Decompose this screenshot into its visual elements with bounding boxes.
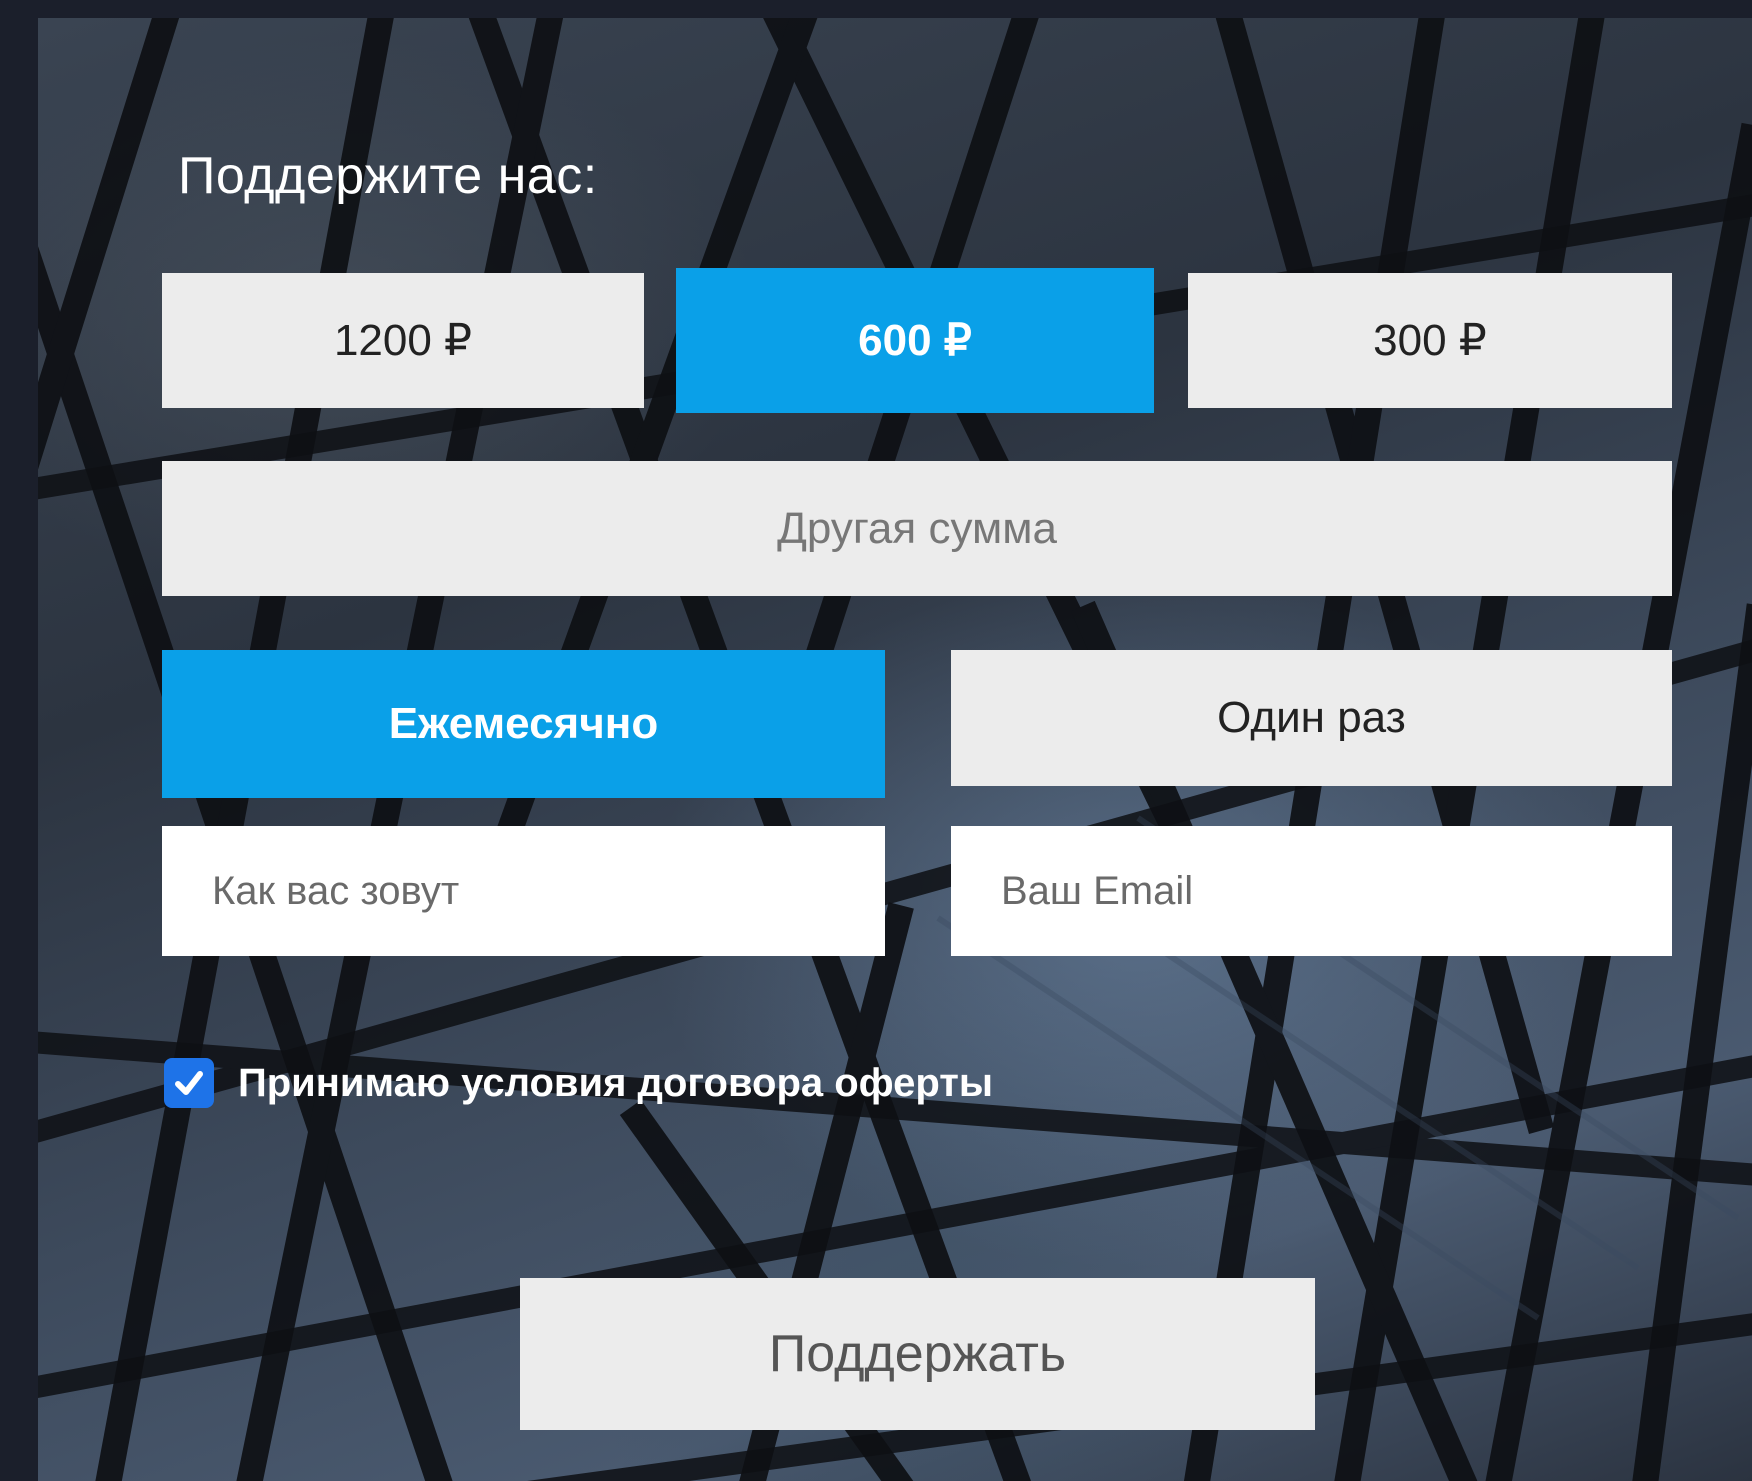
checkmark-icon [175,1071,203,1095]
agreement-label: Принимаю условия договора оферты [238,1060,994,1105]
form-title: Поддержите нас: [178,147,598,205]
amount-button-600[interactable]: 600 ₽ [676,268,1154,413]
frequency-once-button[interactable]: Один раз [951,650,1672,786]
agreement-row: Принимаю условия договора оферты [164,1058,993,1108]
other-amount-input[interactable] [162,461,1672,596]
amount-button-1200[interactable]: 1200 ₽ [162,273,644,408]
name-input[interactable] [162,826,885,956]
email-input[interactable] [951,826,1672,956]
amount-button-300[interactable]: 300 ₽ [1188,273,1672,408]
donation-panel: Поддержите нас: 1200 ₽ 600 ₽ 300 ₽ Ежеме… [38,18,1752,1481]
agreement-checkbox[interactable] [164,1058,214,1108]
page-frame: Поддержите нас: 1200 ₽ 600 ₽ 300 ₽ Ежеме… [0,0,1752,1481]
submit-button[interactable]: Поддержать [520,1278,1315,1430]
frequency-monthly-button[interactable]: Ежемесячно [162,650,885,798]
